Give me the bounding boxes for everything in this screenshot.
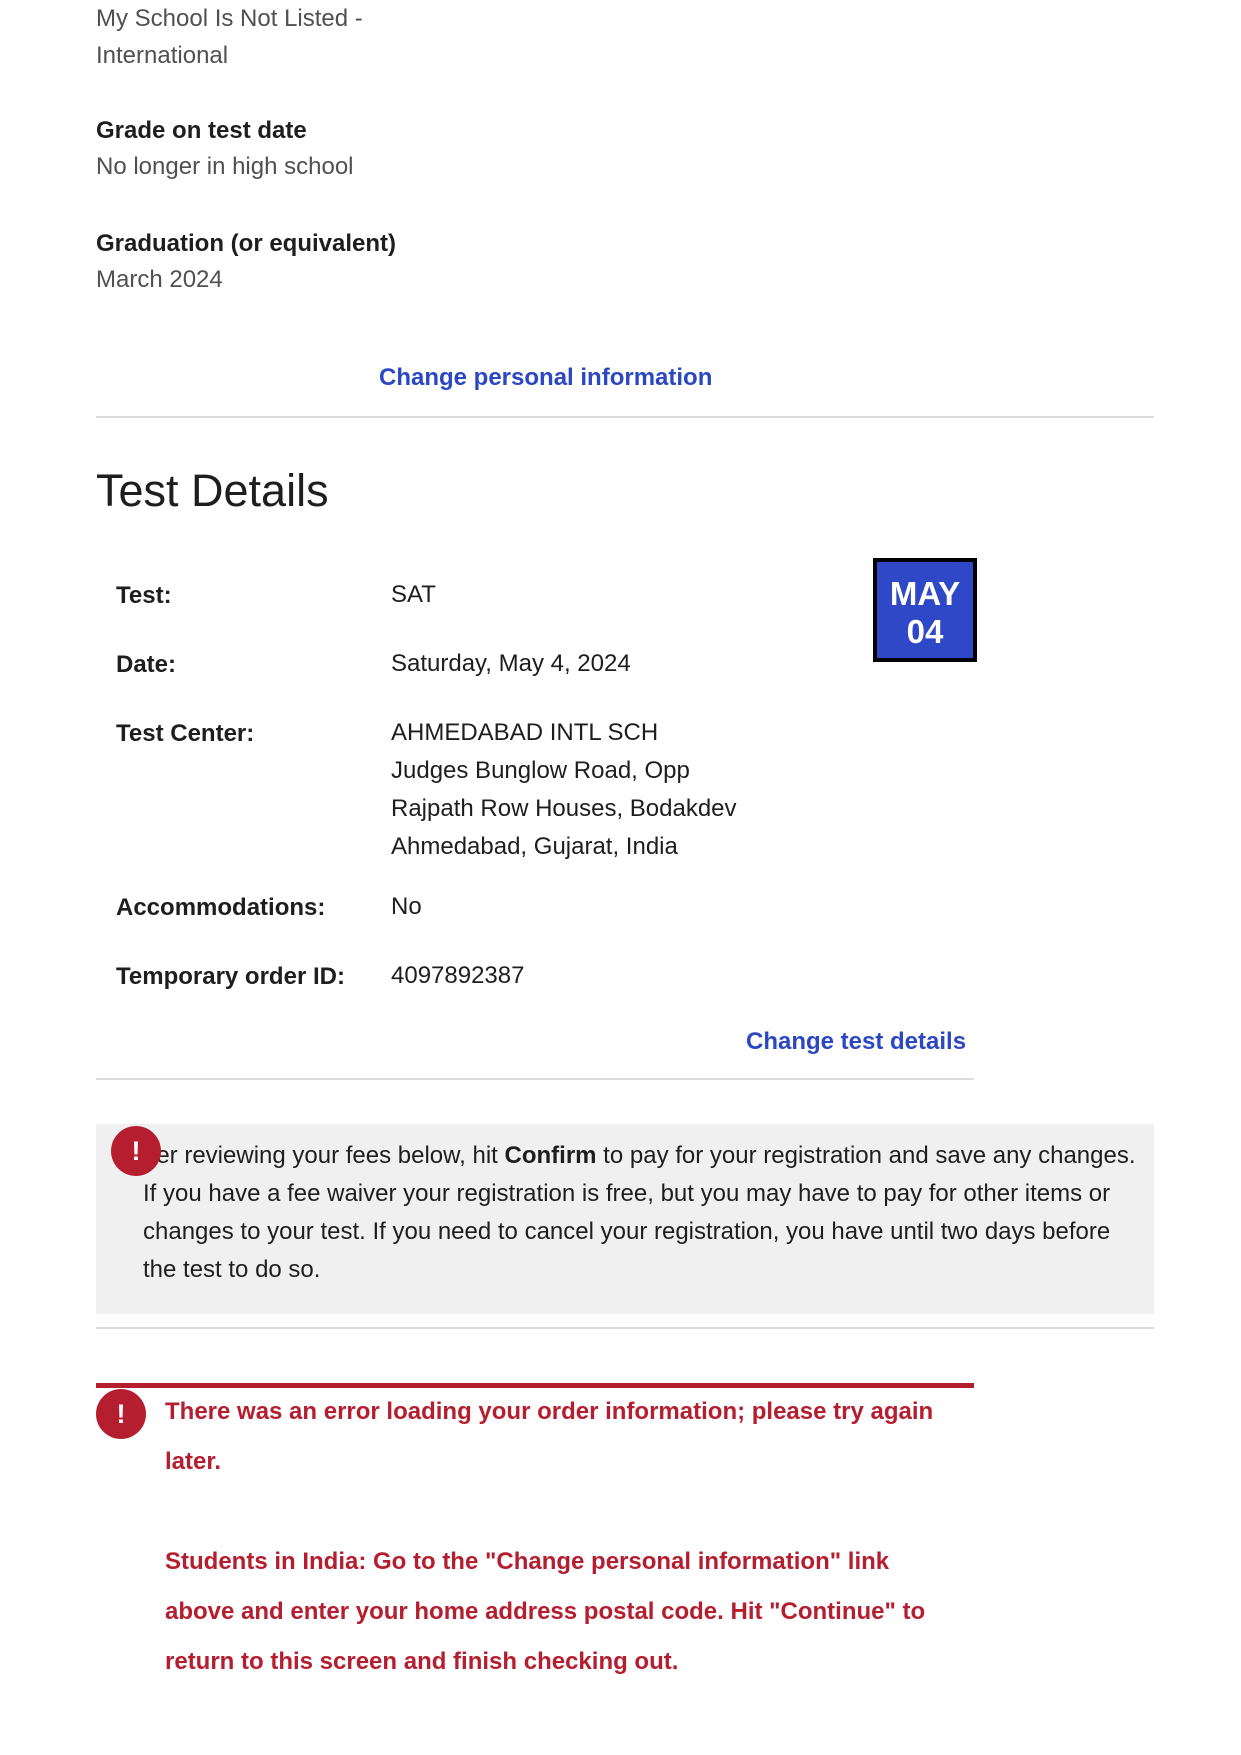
accommodations-value: No <box>391 893 422 920</box>
error-icon: ! <box>96 1389 146 1439</box>
school-name-line1: My School Is Not Listed - <box>96 5 363 32</box>
divider <box>96 416 1154 418</box>
date-badge: MAY 04 <box>873 558 977 662</box>
change-test-details-link[interactable]: Change test details <box>746 1028 966 1056</box>
test-details-title: Test Details <box>96 465 329 516</box>
fee-notice-text: fter reviewing your fees below, hit Conf… <box>143 1137 1143 1289</box>
test-center-address: AHMEDABAD INTL SCH Judges Bunglow Road, … <box>391 714 737 866</box>
date-value: Saturday, May 4, 2024 <box>391 650 631 677</box>
test-center-street: Judges Bunglow Road, Opp <box>391 757 690 784</box>
graduation-value: March 2024 <box>96 266 223 293</box>
order-id-label: Temporary order ID: <box>116 963 345 990</box>
divider <box>96 1327 1154 1329</box>
grade-label: Grade on test date <box>96 117 307 144</box>
badge-month: MAY <box>889 575 961 612</box>
india-instructions: Students in India: Go to the "Change per… <box>165 1548 926 1675</box>
graduation-label: Graduation (or equivalent) <box>96 230 397 257</box>
alert-icon: ! <box>111 1126 161 1176</box>
fee-notice-text-start: fter reviewing your fees below, hit <box>143 1142 505 1169</box>
test-center-label: Test Center: <box>116 720 255 747</box>
test-label: Test: <box>116 582 172 609</box>
school-name-line2: International <box>96 42 229 69</box>
date-label: Date: <box>116 651 177 678</box>
order-id-value: 4097892387 <box>391 962 525 989</box>
test-value: SAT <box>391 581 436 608</box>
change-personal-information-link[interactable]: Change personal information <box>379 364 712 392</box>
divider <box>96 1078 974 1080</box>
test-center-locality: Rajpath Row Houses, Bodakdev <box>391 795 737 822</box>
badge-day: 04 <box>906 613 944 650</box>
test-center-city: Ahmedabad, Gujarat, India <box>391 833 678 860</box>
grade-value: No longer in high school <box>96 153 354 180</box>
error-message: There was an error loading your order in… <box>165 1398 934 1475</box>
accommodations-label: Accommodations: <box>116 894 326 921</box>
confirm-keyword: Confirm <box>504 1142 597 1169</box>
test-center-name: AHMEDABAD INTL SCH <box>391 719 659 746</box>
